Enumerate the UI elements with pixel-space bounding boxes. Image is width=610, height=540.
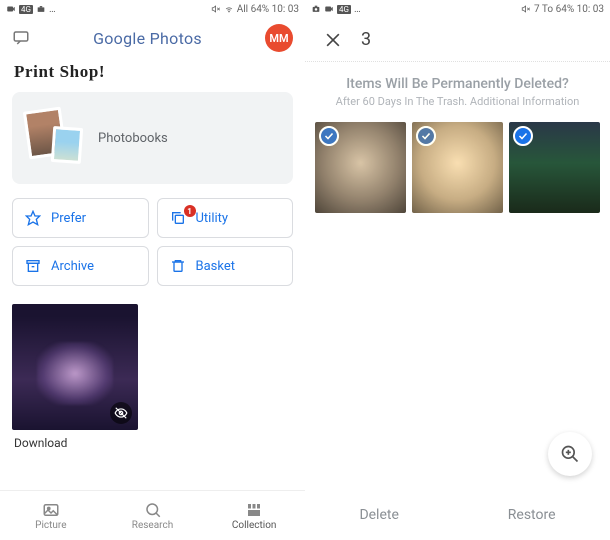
zoom-fab[interactable]: [548, 432, 592, 476]
star-icon: [25, 210, 41, 226]
trash-icon: [170, 258, 186, 274]
hidden-indicator: [110, 402, 132, 424]
download-label: Download: [14, 436, 291, 450]
statusbar-net-badge: 4G: [337, 5, 351, 14]
warning-title: Items Will Be Permanently Deleted?: [305, 76, 610, 92]
app-title: Google Photos: [42, 29, 253, 48]
wifi-icon: [224, 4, 234, 14]
utility-button[interactable]: 1 Utility: [157, 198, 294, 238]
mute-icon: [211, 4, 221, 14]
check-icon: [323, 130, 335, 142]
utility-label: Utility: [196, 211, 229, 226]
utility-badge: 1: [184, 205, 196, 217]
avatar[interactable]: MM: [265, 24, 293, 52]
zoom-in-icon: [560, 444, 580, 464]
nav-research-label: Research: [132, 520, 173, 531]
promo-label: Photobooks: [98, 131, 168, 146]
prefer-label: Prefer: [51, 211, 86, 226]
statusbar-right: All 64% 10: 03: [211, 4, 299, 15]
nav-collection[interactable]: Collection: [203, 491, 305, 540]
mute-icon: [521, 4, 531, 14]
delete-button[interactable]: Delete: [359, 507, 398, 523]
feedback-icon[interactable]: [12, 29, 30, 47]
hidden-photo-thumbnail[interactable]: [12, 304, 138, 430]
app-header: Google Photos MM: [0, 18, 305, 58]
nav-picture-label: Picture: [35, 520, 66, 531]
trash-thumb-2[interactable]: [412, 122, 503, 213]
selected-check: [319, 126, 339, 146]
trash-thumb-3[interactable]: [509, 122, 600, 213]
basket-button[interactable]: Basket: [157, 246, 294, 286]
selection-count: 3: [361, 29, 371, 50]
statusbar-more: …: [49, 4, 56, 15]
archive-label: Archive: [51, 259, 94, 274]
statusbar-left: 4G …: [311, 4, 361, 15]
nav-picture[interactable]: Picture: [0, 491, 102, 540]
archive-icon: [25, 258, 41, 274]
prefer-button[interactable]: Prefer: [12, 198, 149, 238]
bottom-actions: Delete Restore: [305, 490, 610, 540]
statusbar-more: …: [354, 4, 361, 15]
right-phone: 4G … 7 To 64% 10: 03 3 Items Will Be Per…: [305, 0, 610, 540]
trash-thumbnails: [305, 122, 610, 213]
statusbar-battery-text: 7 To 64% 10: 03: [534, 4, 604, 15]
camera-icon: [311, 4, 321, 14]
nav-research[interactable]: Research: [102, 491, 204, 540]
eye-off-icon: [114, 406, 128, 420]
statusbar-battery-text: All 64% 10: 03: [237, 4, 299, 15]
selection-header: 3: [305, 18, 610, 62]
status-bar: 4G … All 64% 10: 03: [0, 0, 305, 18]
actions-grid: Prefer 1 Utility Archive Basket: [12, 198, 293, 286]
basket-label: Basket: [196, 259, 236, 274]
check-icon: [517, 130, 529, 142]
warning-subtitle: After 60 Days In The Trash. Additional I…: [305, 95, 610, 108]
briefcase-icon: [36, 4, 46, 14]
picture-icon: [42, 501, 60, 519]
check-icon: [420, 130, 432, 142]
statusbar-net-badge: 4G: [19, 5, 33, 14]
selected-check: [513, 126, 533, 146]
archive-button[interactable]: Archive: [12, 246, 149, 286]
statusbar-left: 4G …: [6, 4, 56, 15]
left-phone: 4G … All 64% 10: 03 Google Photos MM Pri…: [0, 0, 305, 540]
statusbar-right: 7 To 64% 10: 03: [521, 4, 604, 15]
selected-check: [416, 126, 436, 146]
photobooks-promo[interactable]: Photobooks: [12, 92, 293, 184]
close-icon[interactable]: [323, 30, 343, 50]
section-title: Print Shop!: [0, 58, 305, 92]
copy-icon: [170, 210, 186, 226]
promo-thumbnails: [26, 109, 84, 167]
status-bar: 4G … 7 To 64% 10: 03: [305, 0, 610, 18]
video-icon: [324, 4, 334, 14]
restore-button[interactable]: Restore: [508, 507, 556, 523]
trash-thumb-1[interactable]: [315, 122, 406, 213]
search-icon: [144, 501, 162, 519]
bottom-nav: Picture Research Collection: [0, 490, 305, 540]
camera-icon: [6, 4, 16, 14]
collection-icon: [245, 501, 263, 519]
nav-collection-label: Collection: [232, 520, 277, 531]
